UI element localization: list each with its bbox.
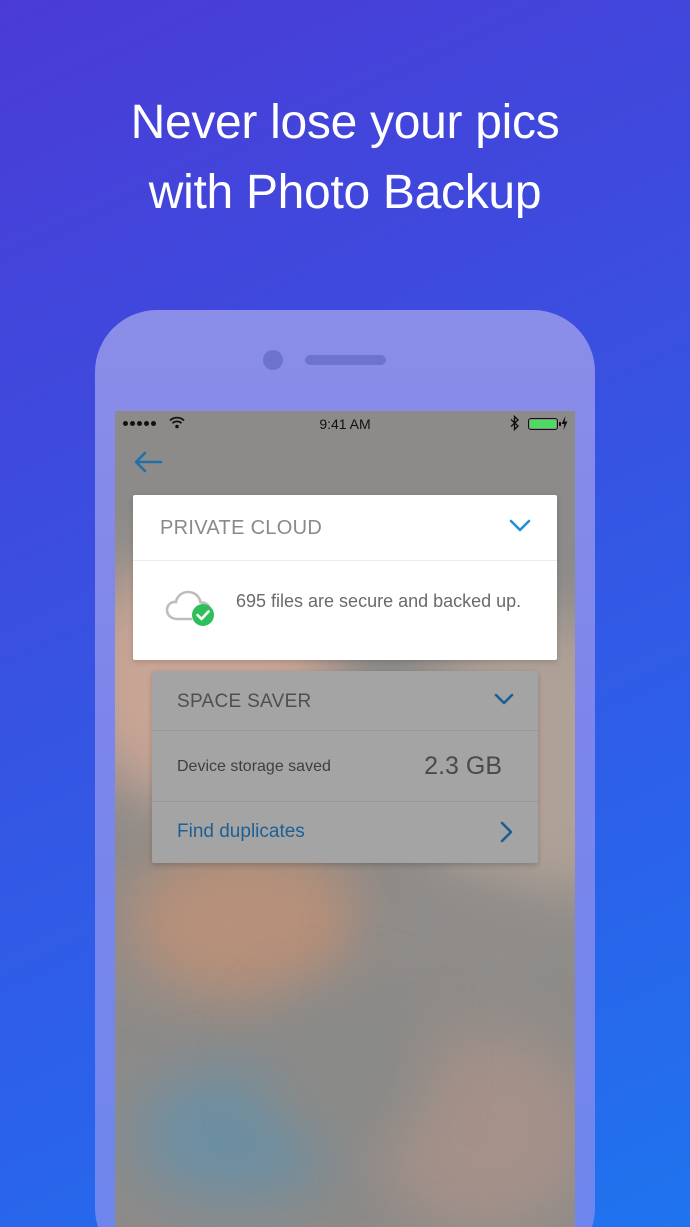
chevron-down-icon[interactable]	[494, 693, 514, 706]
battery-icon	[528, 418, 561, 430]
charging-bolt-icon	[561, 416, 568, 430]
status-time: 9:41 AM	[319, 416, 371, 432]
front-camera	[263, 350, 283, 370]
arrow-left-icon[interactable]	[133, 449, 163, 475]
backup-status-text: 695 files are secure and backed up.	[236, 591, 522, 611]
status-bar: 9:41 AM	[115, 411, 575, 437]
find-duplicates-label[interactable]: Find duplicates	[177, 821, 305, 843]
headline: Never lose your pics with Photo Backup	[0, 88, 690, 228]
chevron-down-icon[interactable]	[509, 519, 531, 533]
find-duplicates-row[interactable]: Find duplicates	[152, 802, 538, 862]
backup-status-row: 695 files are secure and backed up.	[133, 561, 557, 659]
device-storage-value: 2.3 GB	[424, 752, 502, 780]
device-storage-label: Device storage saved	[177, 758, 331, 775]
space-saver-card: SPACE SAVER Device storage saved 2.3 GB …	[152, 671, 538, 863]
space-saver-title: SPACE SAVER	[177, 691, 312, 712]
private-cloud-card: PRIVATE CLOUD 695 files are secure and b…	[133, 495, 557, 660]
blurred-photo	[365, 881, 575, 1031]
space-saver-header[interactable]: SPACE SAVER	[152, 671, 538, 731]
private-cloud-header[interactable]: PRIVATE CLOUD	[133, 495, 557, 561]
blurred-photo	[125, 841, 365, 1001]
device-storage-row: Device storage saved 2.3 GB	[152, 731, 538, 802]
headline-line-2: with Photo Backup	[148, 166, 542, 219]
phone-screen: 9:41 AM PRIVATE CLOUD 695 files are secu…	[115, 411, 575, 1227]
private-cloud-title: PRIVATE CLOUD	[160, 517, 323, 539]
chevron-right-icon[interactable]	[499, 821, 513, 843]
earpiece-speaker	[305, 355, 386, 365]
headline-line-1: Never lose your pics	[130, 96, 560, 149]
blurred-photo	[265, 991, 425, 1151]
cloud-check-icon	[165, 590, 214, 626]
bluetooth-icon	[510, 415, 520, 431]
